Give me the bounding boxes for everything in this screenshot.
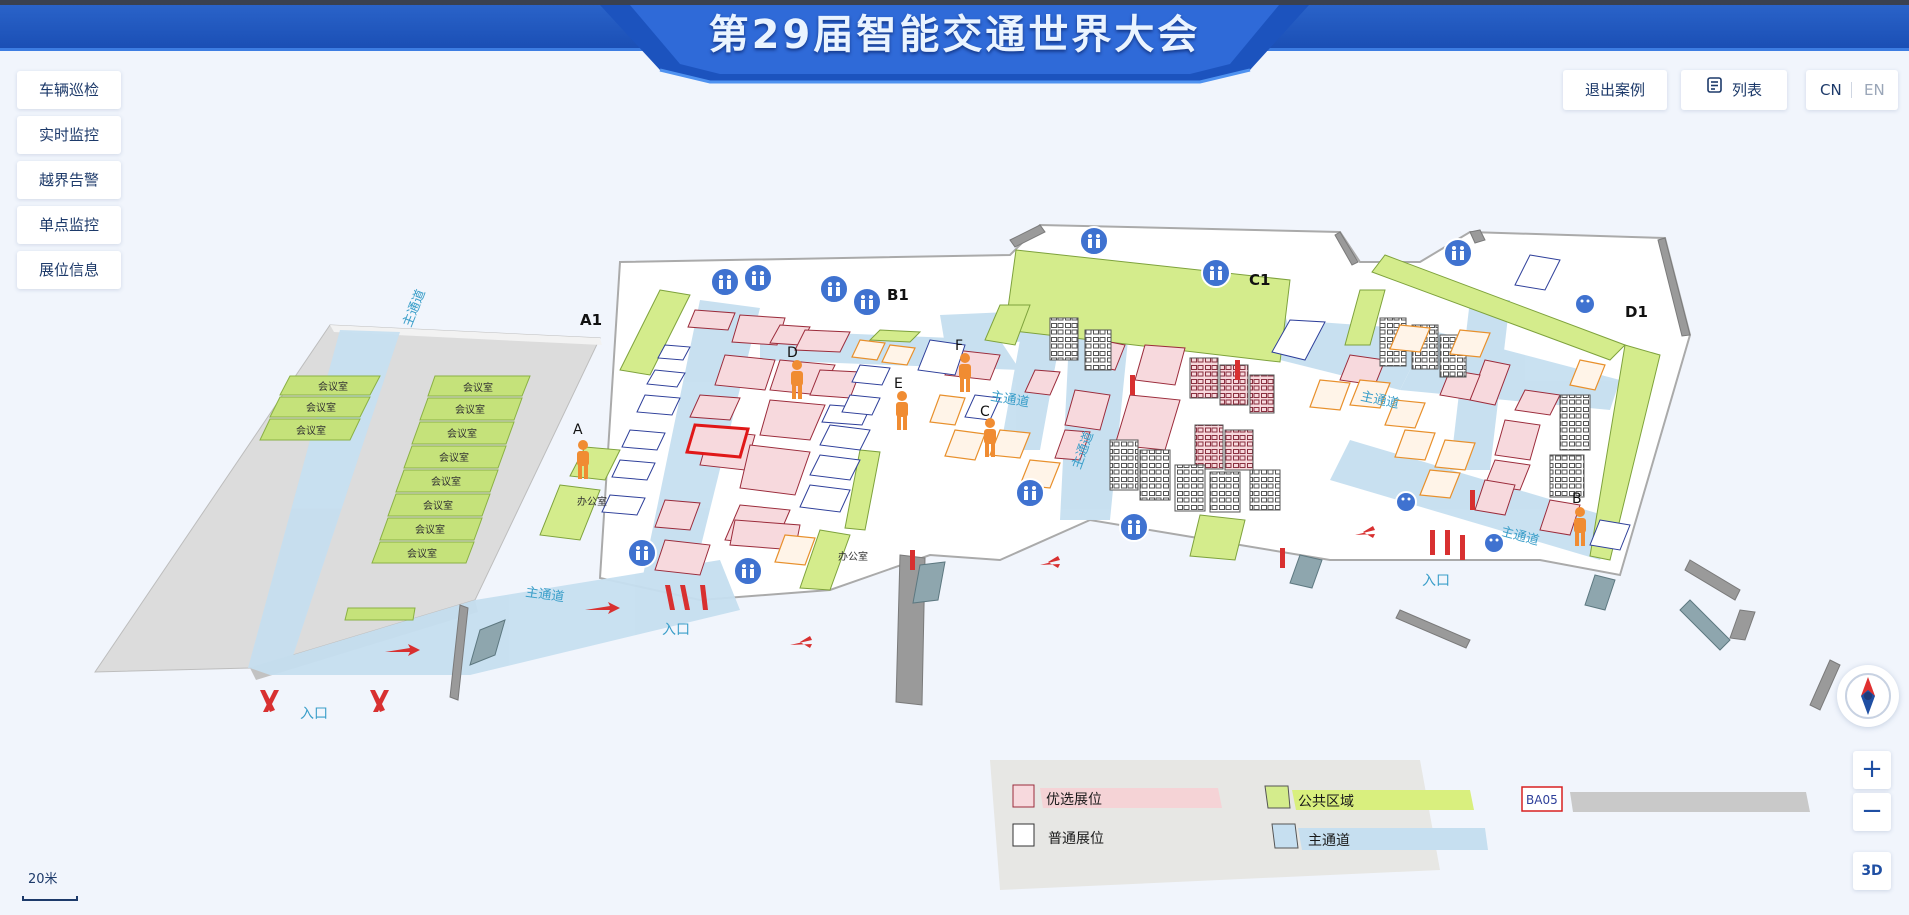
vehicle-patrol-button[interactable]: 车辆巡检 xyxy=(17,71,121,109)
svg-text:会议室: 会议室 xyxy=(431,475,461,488)
compass-button[interactable] xyxy=(1837,665,1899,727)
svg-text:会议室: 会议室 xyxy=(318,380,348,393)
restroom-icon xyxy=(743,263,773,293)
svg-text:会议室: 会议室 xyxy=(296,424,326,437)
list-button-label: 列表 xyxy=(1731,81,1762,99)
restroom-icon xyxy=(1079,226,1109,256)
svg-text:入口: 入口 xyxy=(662,622,690,638)
svg-text:会议室: 会议室 xyxy=(306,401,336,414)
venue-map[interactable]: 会议室 会议室 会议室 会议室 会议室 会议室 会议室 会议室 会议室 会议室 … xyxy=(0,0,1909,915)
restroom-icon xyxy=(710,267,740,297)
restroom-icon xyxy=(1395,491,1417,513)
point-e-label: E xyxy=(894,376,903,392)
point-b-label: B xyxy=(1572,491,1582,507)
legend-code-sample: BA05 xyxy=(1526,793,1558,807)
booth-info-button[interactable]: 展位信息 xyxy=(17,251,121,289)
scale-bar xyxy=(22,896,78,901)
legend-swatches: BA05 xyxy=(990,760,1810,890)
point-a-label: A xyxy=(573,422,583,438)
svg-text:会议室: 会议室 xyxy=(447,427,477,440)
view-3d-button[interactable]: 3D xyxy=(1853,852,1891,890)
hall-b1-label: B1 xyxy=(887,286,909,304)
svg-text:会议室: 会议室 xyxy=(455,403,485,416)
hall-c1-label: C1 xyxy=(1249,271,1270,289)
svg-text:会议室: 会议室 xyxy=(415,523,445,536)
lang-cn-option[interactable]: CN xyxy=(1820,70,1842,110)
point-d-label: D xyxy=(787,345,798,361)
restroom-icon xyxy=(1201,258,1231,288)
boundary-alarm-button[interactable]: 越界告警 xyxy=(17,161,121,199)
list-icon xyxy=(1706,69,1724,109)
exit-case-button[interactable]: 退出案例 xyxy=(1563,70,1667,110)
scale-label: 20米 xyxy=(28,872,58,887)
restroom-icon xyxy=(1015,478,1045,508)
compass-icon xyxy=(1845,673,1891,719)
selected-booth[interactable] xyxy=(685,423,750,459)
hall-a1-label: A1 xyxy=(580,311,602,329)
svg-text:会议室: 会议室 xyxy=(439,451,469,464)
svg-text:入口: 入口 xyxy=(1422,573,1450,589)
point-c-label: C xyxy=(980,404,990,420)
point-f-label: F xyxy=(955,338,963,354)
single-point-monitor-button[interactable]: 单点监控 xyxy=(17,206,121,244)
restroom-icon xyxy=(733,556,763,586)
restroom-icon xyxy=(1443,238,1473,268)
zoom-out-button[interactable]: − xyxy=(1853,793,1891,831)
legend-public-label: 公共区域 xyxy=(1298,794,1354,810)
realtime-monitor-button[interactable]: 实时监控 xyxy=(17,116,121,154)
lang-divider xyxy=(1851,82,1852,98)
legend-normal-label: 普通展位 xyxy=(1048,831,1104,847)
svg-text:办公室: 办公室 xyxy=(577,495,607,508)
page-title: 第29届智能交通世界大会 xyxy=(708,12,1201,58)
lang-en-option[interactable]: EN xyxy=(1864,70,1885,110)
svg-text:会议室: 会议室 xyxy=(407,547,437,560)
svg-text:办公室: 办公室 xyxy=(838,550,868,563)
restroom-icon xyxy=(1119,512,1149,542)
svg-text:会议室: 会议室 xyxy=(463,381,493,394)
language-switch: CN EN xyxy=(1806,70,1898,110)
restroom-icon xyxy=(1483,532,1505,554)
restroom-icon xyxy=(819,274,849,304)
svg-text:入口: 入口 xyxy=(300,706,328,722)
hall-d1-label: D1 xyxy=(1625,303,1648,321)
list-button[interactable]: 列表 xyxy=(1681,70,1787,110)
restroom-icon xyxy=(1574,293,1596,315)
svg-text:主通道: 主通道 xyxy=(400,288,429,330)
restroom-icon xyxy=(627,538,657,568)
zoom-in-button[interactable]: + xyxy=(1853,751,1891,789)
legend-main-road-label: 主通道 xyxy=(1308,833,1350,849)
left-menu: 车辆巡检 实时监控 越界告警 单点监控 展位信息 xyxy=(17,71,121,296)
legend-preferred-label: 优选展位 xyxy=(1046,792,1102,808)
restroom-icon xyxy=(852,287,882,317)
svg-text:会议室: 会议室 xyxy=(423,499,453,512)
